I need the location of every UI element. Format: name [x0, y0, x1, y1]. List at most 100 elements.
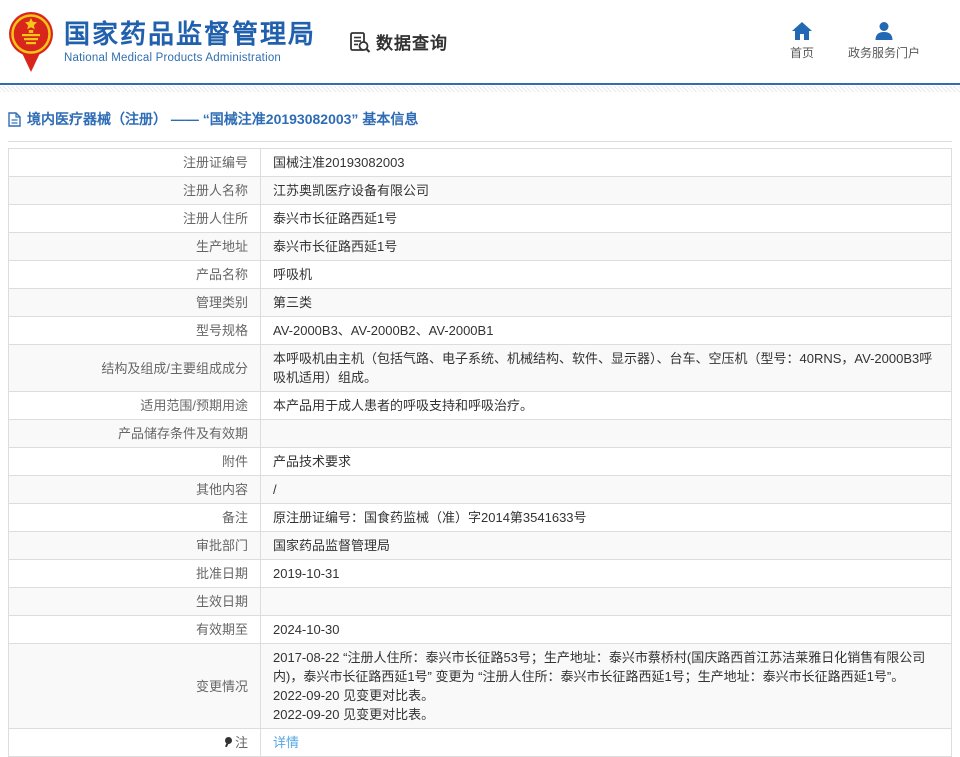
row-value: [261, 588, 952, 616]
table-row: 生效日期: [9, 588, 952, 616]
row-label: 产品储存条件及有效期: [9, 420, 261, 448]
table-row: 附件产品技术要求: [9, 448, 952, 476]
row-label: 附件: [9, 448, 261, 476]
row-value: 江苏奥凯医疗设备有限公司: [261, 177, 952, 205]
row-label: 有效期至: [9, 616, 261, 644]
row-value: 详情: [261, 729, 952, 757]
row-label: 备注: [9, 504, 261, 532]
user-icon: [874, 22, 894, 40]
table-row: 结构及组成/主要组成成分本呼吸机由主机（包括气路、电子系统、机械结构、软件、显示…: [9, 345, 952, 392]
row-label-text: 有效期至: [196, 622, 248, 637]
page-title-bar: 境内医疗器械（注册） —— “国械注准20193082003” 基本信息: [8, 92, 952, 142]
org-titles: 国家药品监督管理局 National Medical Products Admi…: [64, 19, 316, 64]
table-row: 产品储存条件及有效期: [9, 420, 952, 448]
row-value: 泰兴市长征路西延1号: [261, 233, 952, 261]
table-row: 管理类别第三类: [9, 289, 952, 317]
row-value: /: [261, 476, 952, 504]
row-label-text: 注册人住所: [183, 211, 248, 226]
data-query-section: 数据查询: [348, 29, 448, 54]
document-icon: [8, 112, 21, 127]
nav-item-gov-portal[interactable]: 政务服务门户: [848, 22, 920, 61]
row-value: 国械注准20193082003: [261, 149, 952, 177]
row-label-text: 其他内容: [196, 482, 248, 497]
row-label-text: 注册人名称: [183, 183, 248, 198]
row-value: 2019-10-31: [261, 560, 952, 588]
row-label: 型号规格: [9, 317, 261, 345]
row-label: 产品名称: [9, 261, 261, 289]
row-label-text: 生效日期: [196, 594, 248, 609]
row-label-text: 批准日期: [196, 566, 248, 581]
row-label: 批准日期: [9, 560, 261, 588]
section-title: 数据查询: [376, 29, 448, 54]
row-label-text: 生产地址: [196, 239, 248, 254]
row-label-text: 注册证编号: [183, 155, 248, 170]
row-value: 2017-08-22 “注册人住所：泰兴市长征路53号；生产地址：泰兴市蔡桥村(…: [261, 644, 952, 729]
row-label: 注册人住所: [9, 205, 261, 233]
table-row: 审批部门国家药品监督管理局: [9, 532, 952, 560]
row-value: 本呼吸机由主机（包括气路、电子系统、机械结构、软件、显示器）、台车、空压机（型号…: [261, 345, 952, 392]
row-label-text: 结构及组成/主要组成成分: [101, 361, 248, 376]
page-title: 境内医疗器械（注册） —— “国械注准20193082003” 基本信息: [27, 109, 418, 129]
row-value: 本产品用于成人患者的呼吸支持和呼吸治疗。: [261, 392, 952, 420]
org-name-en: National Medical Products Administration: [64, 52, 316, 64]
row-label: 结构及组成/主要组成成分: [9, 345, 261, 392]
org-name-cn: 国家药品监督管理局: [64, 19, 316, 49]
row-label: 适用范围/预期用途: [9, 392, 261, 420]
site-header: 国家药品监督管理局 National Medical Products Admi…: [0, 0, 960, 85]
nav-label-home: 首页: [790, 44, 814, 61]
registration-info-table: 注册证编号国械注准20193082003注册人名称江苏奥凯医疗设备有限公司注册人…: [8, 148, 952, 757]
row-label-text: 备注: [222, 510, 248, 525]
table-row: 有效期至 2024-10-30: [9, 616, 952, 644]
pin-icon: [225, 737, 233, 748]
row-label: 其他内容: [9, 476, 261, 504]
data-query-icon: [348, 30, 372, 54]
row-label: 生效日期: [9, 588, 261, 616]
table-row: 注册人住所泰兴市长征路西延1号: [9, 205, 952, 233]
row-value: 呼吸机: [261, 261, 952, 289]
row-label-text: 管理类别: [196, 295, 248, 310]
table-row: 批准日期 2019-10-31: [9, 560, 952, 588]
main-content: 境内医疗器械（注册） —— “国械注准20193082003” 基本信息 注册证…: [8, 92, 952, 757]
row-label-text: 产品名称: [196, 267, 248, 282]
details-link[interactable]: 详情: [273, 735, 299, 750]
national-emblem-icon: [8, 10, 54, 74]
table-row: 型号规格 AV-2000B3、AV-2000B2、AV-2000B1: [9, 317, 952, 345]
table-row: 注册人名称江苏奥凯医疗设备有限公司: [9, 177, 952, 205]
row-label: 注册证编号: [9, 149, 261, 177]
row-label-text: 适用范围/预期用途: [140, 398, 248, 413]
row-value: 2024-10-30: [261, 616, 952, 644]
table-row: 变更情况 2017-08-22 “注册人住所：泰兴市长征路53号；生产地址：泰兴市…: [9, 644, 952, 729]
row-value: [261, 420, 952, 448]
table-row: 适用范围/预期用途本产品用于成人患者的呼吸支持和呼吸治疗。: [9, 392, 952, 420]
row-label: 注: [9, 729, 261, 757]
top-nav: 首页 政务服务门户: [790, 22, 920, 61]
row-label: 生产地址: [9, 233, 261, 261]
row-value: AV-2000B3、AV-2000B2、AV-2000B1: [261, 317, 952, 345]
row-value: 产品技术要求: [261, 448, 952, 476]
row-label: 注册人名称: [9, 177, 261, 205]
table-row: 注册证编号国械注准20193082003: [9, 149, 952, 177]
table-row: 注 详情: [9, 729, 952, 757]
row-label-text: 审批部门: [196, 538, 248, 553]
national-emblem-logo: [8, 10, 54, 74]
table-row: 备注原注册证编号：国食药监械（准）字2014第3541633号: [9, 504, 952, 532]
info-table-body: 注册证编号国械注准20193082003注册人名称江苏奥凯医疗设备有限公司注册人…: [9, 149, 952, 757]
row-label: 管理类别: [9, 289, 261, 317]
row-label: 变更情况: [9, 644, 261, 729]
row-value: 泰兴市长征路西延1号: [261, 205, 952, 233]
table-row: 其他内容 /: [9, 476, 952, 504]
row-label-text: 型号规格: [196, 323, 248, 338]
row-label-text: 注: [235, 735, 248, 750]
row-value: 国家药品监督管理局: [261, 532, 952, 560]
table-row: 生产地址泰兴市长征路西延1号: [9, 233, 952, 261]
row-label-text: 产品储存条件及有效期: [118, 426, 248, 441]
row-label: 审批部门: [9, 532, 261, 560]
row-value: 原注册证编号：国食药监械（准）字2014第3541633号: [261, 504, 952, 532]
row-value: 第三类: [261, 289, 952, 317]
table-row: 产品名称呼吸机: [9, 261, 952, 289]
home-icon: [792, 22, 812, 40]
nav-label-gov-portal: 政务服务门户: [848, 44, 920, 61]
row-label-text: 变更情况: [196, 679, 248, 694]
row-label-text: 附件: [222, 454, 248, 469]
nav-item-home[interactable]: 首页: [790, 22, 814, 61]
